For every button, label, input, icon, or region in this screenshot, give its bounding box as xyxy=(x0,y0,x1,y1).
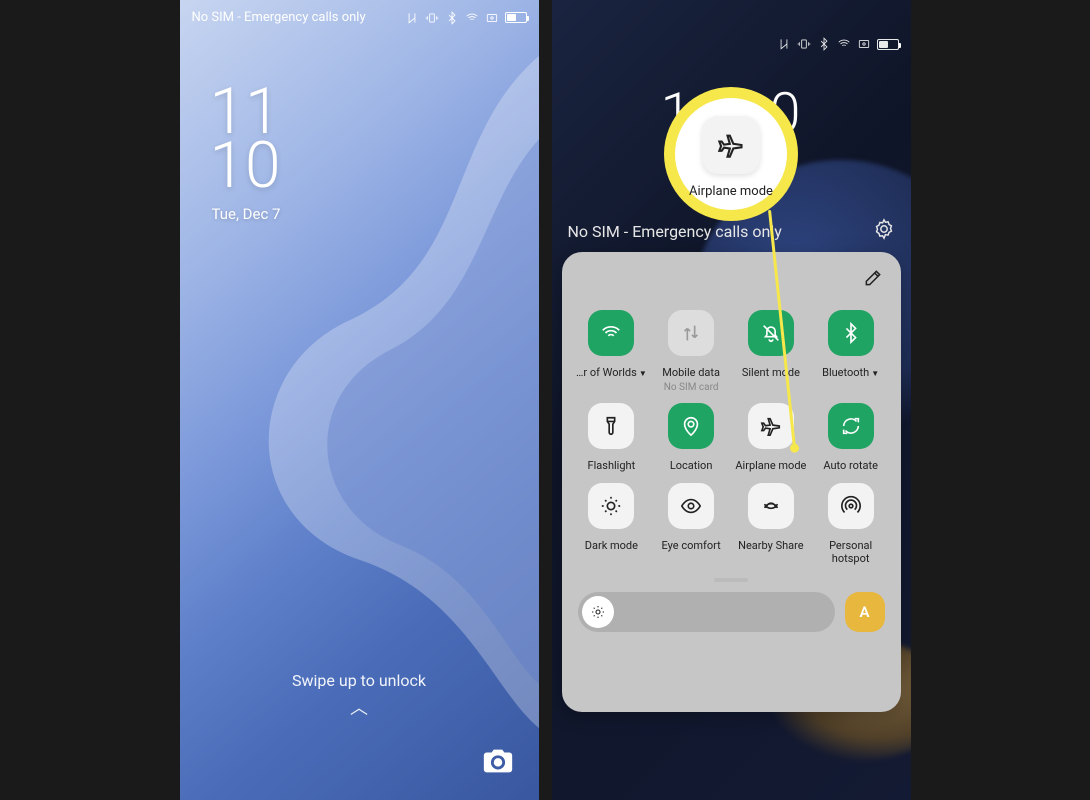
qs-toggle-location[interactable] xyxy=(668,403,714,449)
qs-toggle-dark-mode[interactable] xyxy=(588,483,634,529)
qs-tile-wifi: …r of Worlds▼ xyxy=(574,310,650,393)
qs-label: Personal hotspot xyxy=(815,539,887,567)
settings-button[interactable] xyxy=(873,218,895,240)
nearby-icon xyxy=(760,495,782,517)
airplane-mode-callout: Airplane mode xyxy=(664,87,798,221)
wifi-icon xyxy=(465,11,479,25)
mobile-data-icon xyxy=(680,322,702,344)
qs-tile-nearby: Nearby Share xyxy=(733,483,809,567)
rotate-icon xyxy=(840,415,862,437)
status-bar xyxy=(777,37,899,51)
bluetooth-icon xyxy=(840,322,862,344)
qs-label: Dark mode xyxy=(585,539,638,553)
wifi-icon xyxy=(600,322,622,344)
qs-tile-eye: Eye comfort xyxy=(653,483,729,567)
flashlight-icon xyxy=(600,415,622,437)
screen-record-icon xyxy=(857,37,871,51)
hotspot-icon xyxy=(840,495,862,517)
brightness-thumb[interactable] xyxy=(582,596,614,628)
qs-tile-mobile-data: Mobile data No SIM card xyxy=(653,310,729,393)
unlock-hint: Swipe up to unlock xyxy=(180,671,539,690)
airplane-icon xyxy=(760,415,782,437)
qs-tile-rotate: Auto rotate xyxy=(813,403,889,473)
qs-toggle-bell-off[interactable] xyxy=(748,310,794,356)
qs-toggle-hotspot[interactable] xyxy=(828,483,874,529)
location-icon xyxy=(680,415,702,437)
panel-drag-handle[interactable] xyxy=(714,578,748,582)
qs-tile-location: Location xyxy=(653,403,729,473)
qs-toggle-mobile-data[interactable] xyxy=(668,310,714,356)
qs-toggle-flashlight[interactable] xyxy=(588,403,634,449)
edit-tiles-button[interactable] xyxy=(863,268,883,288)
quicksettings-phone: 11:10 No SIM - Emergency calls only Airp… xyxy=(552,0,911,800)
status-text: No SIM - Emergency calls only xyxy=(192,10,366,25)
qs-sublabel: No SIM card xyxy=(664,382,719,393)
chevron-down-icon: ▼ xyxy=(871,369,879,378)
nfc-icon xyxy=(405,11,419,25)
qs-label: Airplane mode xyxy=(735,459,806,473)
dark-mode-icon xyxy=(600,495,622,517)
qs-toggle-wifi[interactable] xyxy=(588,310,634,356)
bell-off-icon xyxy=(760,322,782,344)
qs-label: Flashlight xyxy=(588,459,636,473)
auto-brightness-label: A xyxy=(859,603,869,621)
qs-grid: …r of Worlds▼ Mobile data No SIM card Silen… xyxy=(574,310,889,566)
qs-label: Auto rotate xyxy=(823,459,878,473)
qs-label: Bluetooth▼ xyxy=(822,366,879,380)
qs-label: Silent mode xyxy=(742,366,800,380)
quick-settings-panel: …r of Worlds▼ Mobile data No SIM card Silen… xyxy=(562,252,901,712)
qs-toggle-bluetooth[interactable] xyxy=(828,310,874,356)
bluetooth-icon xyxy=(817,37,831,51)
qs-tile-bluetooth: Bluetooth▼ xyxy=(813,310,889,393)
camera-shortcut[interactable] xyxy=(481,744,515,778)
vibrate-icon xyxy=(797,37,811,51)
lockscreen-phone: No SIM - Emergency calls only 11 10 Tue,… xyxy=(180,0,539,800)
nfc-icon xyxy=(777,37,791,51)
qs-toggle-rotate[interactable] xyxy=(828,403,874,449)
lock-date: Tue, Dec 7 xyxy=(212,205,281,223)
qs-label: Location xyxy=(670,459,713,473)
battery-icon xyxy=(505,12,527,23)
qs-label: …r of Worlds▼ xyxy=(576,366,647,380)
qs-label: Mobile data xyxy=(662,366,720,380)
auto-brightness-toggle[interactable]: A xyxy=(845,592,885,632)
qs-toggle-airplane[interactable] xyxy=(748,403,794,449)
bluetooth-icon xyxy=(445,11,459,25)
vibrate-icon xyxy=(425,11,439,25)
qs-tile-bell-off: Silent mode xyxy=(733,310,809,393)
qs-tile-hotspot: Personal hotspot xyxy=(813,483,889,567)
qs-tile-airplane: Airplane mode xyxy=(733,403,809,473)
qs-label: Nearby Share xyxy=(738,539,803,553)
airplane-icon xyxy=(702,116,760,174)
battery-icon xyxy=(877,39,899,50)
qs-tile-dark-mode: Dark mode xyxy=(574,483,650,567)
eye-icon xyxy=(680,495,702,517)
status-icons xyxy=(405,11,527,25)
qs-label: Eye comfort xyxy=(662,539,721,553)
brightness-slider[interactable] xyxy=(578,592,835,632)
wifi-icon xyxy=(837,37,851,51)
screen-record-icon xyxy=(485,11,499,25)
chevron-down-icon: ▼ xyxy=(639,369,647,378)
unlock-chevron-icon[interactable]: ︿ xyxy=(180,694,539,720)
qs-toggle-nearby[interactable] xyxy=(748,483,794,529)
lock-clock: 11 10 xyxy=(210,85,281,194)
sim-notice: No SIM - Emergency calls only xyxy=(568,222,782,241)
qs-tile-flashlight: Flashlight xyxy=(574,403,650,473)
sun-icon xyxy=(590,604,606,620)
status-bar: No SIM - Emergency calls only xyxy=(180,10,539,25)
qs-toggle-eye[interactable] xyxy=(668,483,714,529)
clock-minutes: 10 xyxy=(210,139,281,193)
callout-label: Airplane mode xyxy=(689,184,773,199)
